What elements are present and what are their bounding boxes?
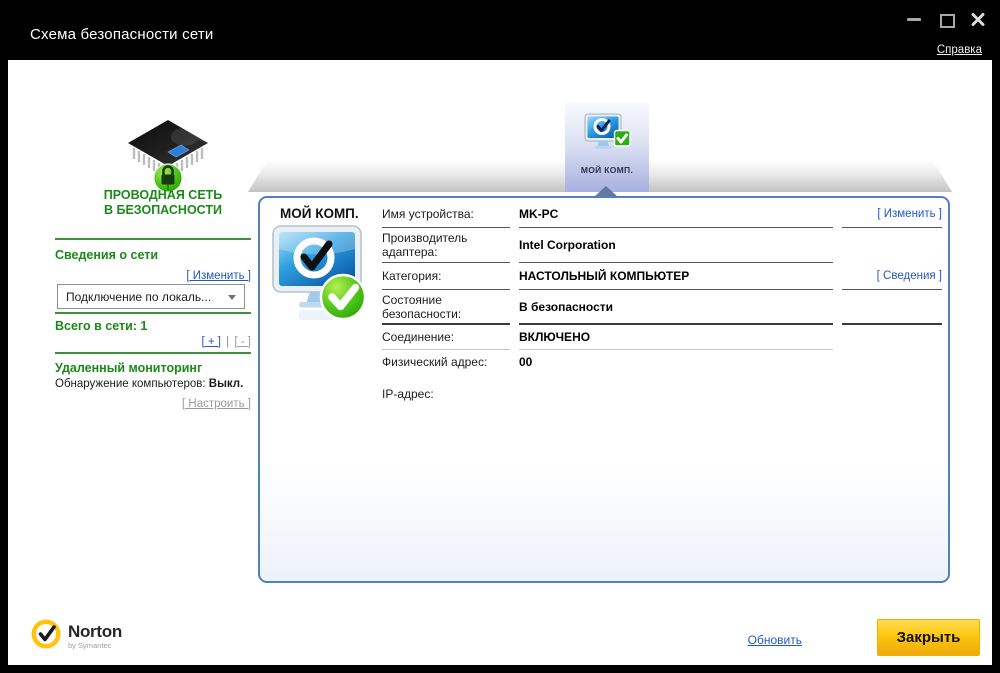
table-row: Имя устройства: MK-PC [ Изменить ]	[382, 201, 942, 228]
refresh-link[interactable]: Обновить	[748, 633, 802, 647]
row-label: Производитель адаптера:	[382, 228, 510, 263]
network-adapter-value: Подключение по локаль...	[66, 289, 212, 304]
device-tab-my-computer[interactable]: МОЙ КОМП.	[565, 103, 649, 192]
device-tab-label: МОЙ КОМП.	[580, 165, 634, 175]
configure-row: [ Настроить ]	[55, 394, 251, 412]
window-title: Схема безопасности сети	[30, 26, 214, 43]
discovery-label: Обнаружение компьютеров:	[55, 378, 206, 390]
row-action	[842, 382, 942, 406]
zoom-in-link[interactable]: [ + ]	[201, 336, 221, 348]
sidebar-divider	[55, 352, 251, 354]
chevron-down-icon	[228, 295, 236, 300]
table-row: Соединение: ВКЛЮЧЕНО	[382, 325, 942, 350]
norton-wordmark: Norton by Symantec	[68, 621, 122, 650]
window-controls	[906, 12, 986, 28]
sidebar-divider	[55, 312, 251, 314]
table-row: Категория: НАСТОЛЬНЫЙ КОМПЬЮТЕР [ Сведен…	[382, 263, 942, 290]
row-value: Intel Corporation	[519, 228, 833, 263]
zoom-links-separator: |	[226, 336, 230, 348]
computer-check-icon	[583, 113, 631, 160]
brand-tagline: by Symantec	[68, 640, 112, 650]
discovery-value: Выкл.	[208, 378, 244, 390]
row-label: Категория:	[382, 263, 510, 290]
row-action	[842, 290, 942, 325]
content-area: ПРОВОДНАЯ СЕТЬ В БЕЗОПАСНОСТИ Сведения о…	[8, 60, 992, 665]
discovery-status: Обнаружение компьютеров: Выкл.	[55, 378, 243, 390]
total-devices-label: Всего в сети: 1	[55, 319, 148, 333]
help-link[interactable]: Справка	[937, 44, 982, 56]
row-value: 00	[519, 354, 533, 369]
row-value: ВКЛЮЧЕНО	[519, 325, 833, 350]
network-status-label: ПРОВОДНАЯ СЕТЬ В БЕЗОПАСНОСТИ	[38, 188, 288, 218]
network-details-heading: Сведения о сети	[55, 248, 159, 262]
table-row: Состояние безопасности: В безопасности	[382, 290, 942, 325]
close-button[interactable]: Закрыть	[877, 619, 980, 656]
table-row: Производитель адаптера: Intel Corporatio…	[382, 228, 942, 263]
row-label: Физический адрес:	[382, 354, 488, 369]
table-row: IP-адрес:	[382, 382, 942, 406]
brand-name: Norton	[68, 621, 122, 641]
zoom-out-link[interactable]: [ - ]	[234, 336, 251, 348]
row-label: Состояние безопасности:	[382, 290, 510, 325]
row-label: IP-адрес:	[382, 387, 434, 401]
panel-device-title: МОЙ КОМП.	[280, 206, 359, 221]
device-details-panel: МОЙ КОМП. Имя устройства: MK-PC [Измени…	[258, 196, 950, 583]
row-label: Имя устройства:	[382, 201, 510, 228]
row-action	[842, 325, 942, 350]
network-edit-row: [ Изменить ]	[55, 266, 251, 284]
rename-device-link[interactable]: [ Изменить ]	[842, 201, 942, 228]
configure-link[interactable]: [ Настроить ]	[182, 398, 251, 410]
maximize-icon[interactable]	[938, 12, 955, 28]
row-action	[842, 350, 942, 373]
network-adapter-select[interactable]: Подключение по локаль...	[57, 284, 245, 309]
computer-secure-icon	[268, 224, 376, 333]
norton-check-icon	[30, 618, 62, 655]
minimize-icon[interactable]	[906, 12, 922, 26]
row-value	[519, 382, 833, 406]
row-label: Соединение:	[382, 325, 510, 350]
remote-monitoring-heading: Удаленный мониторинг	[55, 361, 203, 375]
device-details-table: Имя устройства: MK-PC [ Изменить ] Произ…	[382, 201, 942, 406]
close-icon[interactable]	[970, 12, 986, 26]
network-status-line2: В БЕЗОПАСНОСТИ	[103, 203, 223, 217]
app-window: Схема безопасности сети Справка ПРОВОДНА…	[0, 0, 1000, 673]
norton-logo: Norton by Symantec	[30, 618, 122, 655]
category-details-link[interactable]: [ Сведения ]	[842, 263, 942, 290]
row-value: MK-PC	[519, 201, 833, 228]
table-row: Физический адрес: 00	[382, 350, 942, 373]
row-value: В безопасности	[519, 290, 833, 325]
network-edit-link[interactable]: [ Изменить ]	[186, 270, 251, 282]
row-action	[842, 228, 942, 263]
sidebar-divider	[55, 238, 251, 240]
map-zoom-controls: [ + ] | [ - ]	[55, 336, 251, 348]
row-value: НАСТОЛЬНЫЙ КОМПЬЮТЕР	[519, 263, 833, 290]
